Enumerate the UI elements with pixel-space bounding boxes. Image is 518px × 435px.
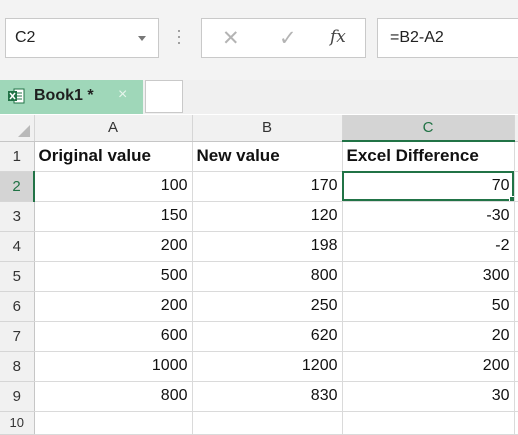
cell-d5[interactable]: [514, 261, 518, 292]
table-row: 4 200 198 -2: [0, 231, 518, 262]
row-header[interactable]: 9: [0, 381, 35, 412]
cell-c1[interactable]: Excel Difference: [342, 141, 515, 172]
cell-d1[interactable]: [514, 141, 518, 172]
cell-b2[interactable]: 170: [192, 171, 343, 202]
table-row: 5 500 800 300: [0, 261, 518, 292]
name-box-value: C2: [15, 29, 36, 46]
cell-d2[interactable]: [514, 171, 518, 202]
chevron-down-icon[interactable]: [138, 36, 146, 41]
cell-a2[interactable]: 100: [34, 171, 193, 202]
row-header[interactable]: 6: [0, 291, 35, 322]
row-header[interactable]: 2: [0, 171, 35, 202]
cell-c10[interactable]: [342, 411, 515, 435]
table-row: 9 800 830 30: [0, 381, 518, 412]
cell-a10[interactable]: [34, 411, 193, 435]
cell-b10[interactable]: [192, 411, 343, 435]
formula-bar: C2 ✕ ✓ fx =B2-A2: [0, 0, 518, 80]
cell-c5[interactable]: 300: [342, 261, 515, 292]
cell-a7[interactable]: 600: [34, 321, 193, 352]
workbook-name: Book1 *: [34, 87, 94, 104]
table-row: 6 200 250 50: [0, 291, 518, 322]
fill-handle[interactable]: [508, 195, 513, 200]
select-all-corner[interactable]: [0, 115, 35, 142]
new-workbook-tab[interactable]: [145, 80, 183, 113]
cell-b4[interactable]: 198: [192, 231, 343, 262]
row-header[interactable]: 5: [0, 261, 35, 292]
formula-input[interactable]: =B2-A2: [377, 18, 518, 58]
cell-c3[interactable]: -30: [342, 201, 515, 232]
active-cell-c2[interactable]: 70: [342, 171, 515, 202]
cell-c7[interactable]: 20: [342, 321, 515, 352]
column-header-d[interactable]: [514, 115, 518, 142]
cell-d4[interactable]: [514, 231, 518, 262]
cell-a4[interactable]: 200: [34, 231, 193, 262]
column-header-row: A B C: [0, 115, 518, 142]
row-header[interactable]: 3: [0, 201, 35, 232]
cell-c8[interactable]: 200: [342, 351, 515, 382]
table-row: 1 Original value New value Excel Differe…: [0, 141, 518, 172]
cancel-icon[interactable]: ✕: [222, 26, 240, 51]
column-header-c[interactable]: C: [342, 115, 515, 142]
formula-buttons: ✕ ✓ fx: [201, 18, 366, 58]
cell-b7[interactable]: 620: [192, 321, 343, 352]
cell-b9[interactable]: 830: [192, 381, 343, 412]
table-row: 3 150 120 -30: [0, 201, 518, 232]
cell-b1[interactable]: New value: [192, 141, 343, 172]
drag-handle-icon[interactable]: [178, 30, 181, 48]
cell-c6[interactable]: 50: [342, 291, 515, 322]
cell-d10[interactable]: [514, 411, 518, 435]
cell-c9[interactable]: 30: [342, 381, 515, 412]
cell-a6[interactable]: 200: [34, 291, 193, 322]
spreadsheet-grid: A B C 1 Original value New value Excel D…: [0, 115, 518, 435]
row-header[interactable]: 4: [0, 231, 35, 262]
cell-a3[interactable]: 150: [34, 201, 193, 232]
column-header-a[interactable]: A: [34, 115, 193, 142]
workbook-tab-strip: Book1 * ×: [0, 80, 518, 114]
insert-function-icon[interactable]: fx: [330, 27, 346, 47]
row-header[interactable]: 1: [0, 141, 35, 172]
cell-a1[interactable]: Original value: [34, 141, 193, 172]
row-header[interactable]: 7: [0, 321, 35, 352]
row-header[interactable]: 10: [0, 411, 35, 435]
formula-value: =B2-A2: [390, 29, 444, 46]
cell-c4[interactable]: -2: [342, 231, 515, 262]
row-header[interactable]: 8: [0, 351, 35, 382]
cell-c2-value: 70: [491, 177, 510, 194]
cell-a9[interactable]: 800: [34, 381, 193, 412]
cell-b8[interactable]: 1200: [192, 351, 343, 382]
close-icon[interactable]: ×: [118, 86, 127, 104]
column-header-b[interactable]: B: [192, 115, 343, 142]
cell-a5[interactable]: 500: [34, 261, 193, 292]
cell-b6[interactable]: 250: [192, 291, 343, 322]
table-row: 10: [0, 411, 518, 435]
excel-file-icon: [8, 88, 25, 104]
cell-d3[interactable]: [514, 201, 518, 232]
table-row: 2 100 170 70: [0, 171, 518, 202]
cell-a8[interactable]: 1000: [34, 351, 193, 382]
cell-d7[interactable]: [514, 321, 518, 352]
check-icon[interactable]: ✓: [279, 26, 297, 51]
cell-d9[interactable]: [514, 381, 518, 412]
table-row: 8 1000 1200 200: [0, 351, 518, 382]
cell-d8[interactable]: [514, 351, 518, 382]
workbook-tab[interactable]: Book1 * ×: [0, 80, 143, 114]
cell-b5[interactable]: 800: [192, 261, 343, 292]
cell-b3[interactable]: 120: [192, 201, 343, 232]
table-row: 7 600 620 20: [0, 321, 518, 352]
cell-d6[interactable]: [514, 291, 518, 322]
name-box[interactable]: C2: [5, 18, 159, 58]
